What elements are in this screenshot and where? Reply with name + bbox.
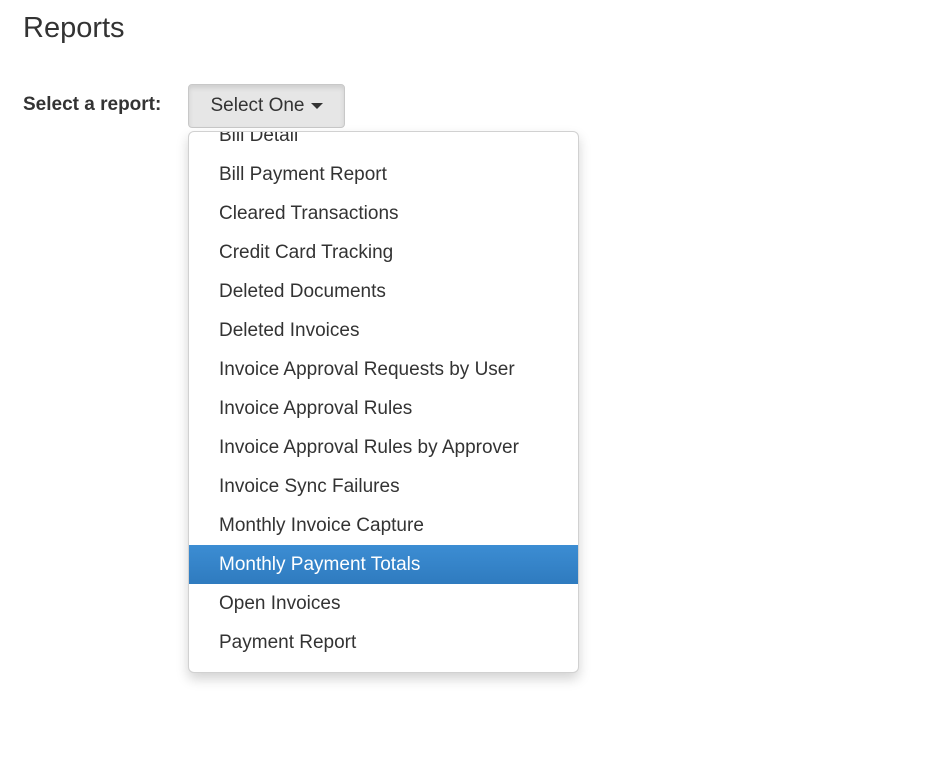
- report-dropdown-menu[interactable]: Bill Detail Bill Payment Report Cleared …: [188, 131, 579, 673]
- select-button-label: Select One: [210, 95, 305, 116]
- report-option-deleted-invoices[interactable]: Deleted Invoices: [189, 311, 578, 350]
- report-option-invoice-approval-rules-by-approver[interactable]: Invoice Approval Rules by Approver: [189, 428, 578, 467]
- report-option-credit-card-tracking[interactable]: Credit Card Tracking: [189, 233, 578, 272]
- report-option-invoice-approval-requests-by-user[interactable]: Invoice Approval Requests by User: [189, 350, 578, 389]
- caret-down-icon: [310, 103, 323, 109]
- report-option-bill-detail[interactable]: Bill Detail: [189, 132, 578, 155]
- report-option-deleted-documents[interactable]: Deleted Documents: [189, 272, 578, 311]
- report-option-cleared-transactions[interactable]: Cleared Transactions: [189, 194, 578, 233]
- select-report-label: Select a report:: [23, 94, 162, 115]
- report-option-monthly-payment-totals[interactable]: Monthly Payment Totals: [189, 545, 578, 584]
- report-option-payment-report[interactable]: Payment Report: [189, 623, 578, 662]
- report-option-open-invoices[interactable]: Open Invoices: [189, 584, 578, 623]
- report-option-invoice-sync-failures[interactable]: Invoice Sync Failures: [189, 467, 578, 506]
- report-option-monthly-invoice-capture[interactable]: Monthly Invoice Capture: [189, 506, 578, 545]
- report-option-bill-payment-report[interactable]: Bill Payment Report: [189, 155, 578, 194]
- select-report-dropdown-button[interactable]: Select One: [188, 84, 345, 128]
- report-option-invoice-approval-rules[interactable]: Invoice Approval Rules: [189, 389, 578, 428]
- report-options-list: Bill Detail Bill Payment Report Cleared …: [189, 132, 578, 662]
- page-title: Reports: [23, 12, 125, 44]
